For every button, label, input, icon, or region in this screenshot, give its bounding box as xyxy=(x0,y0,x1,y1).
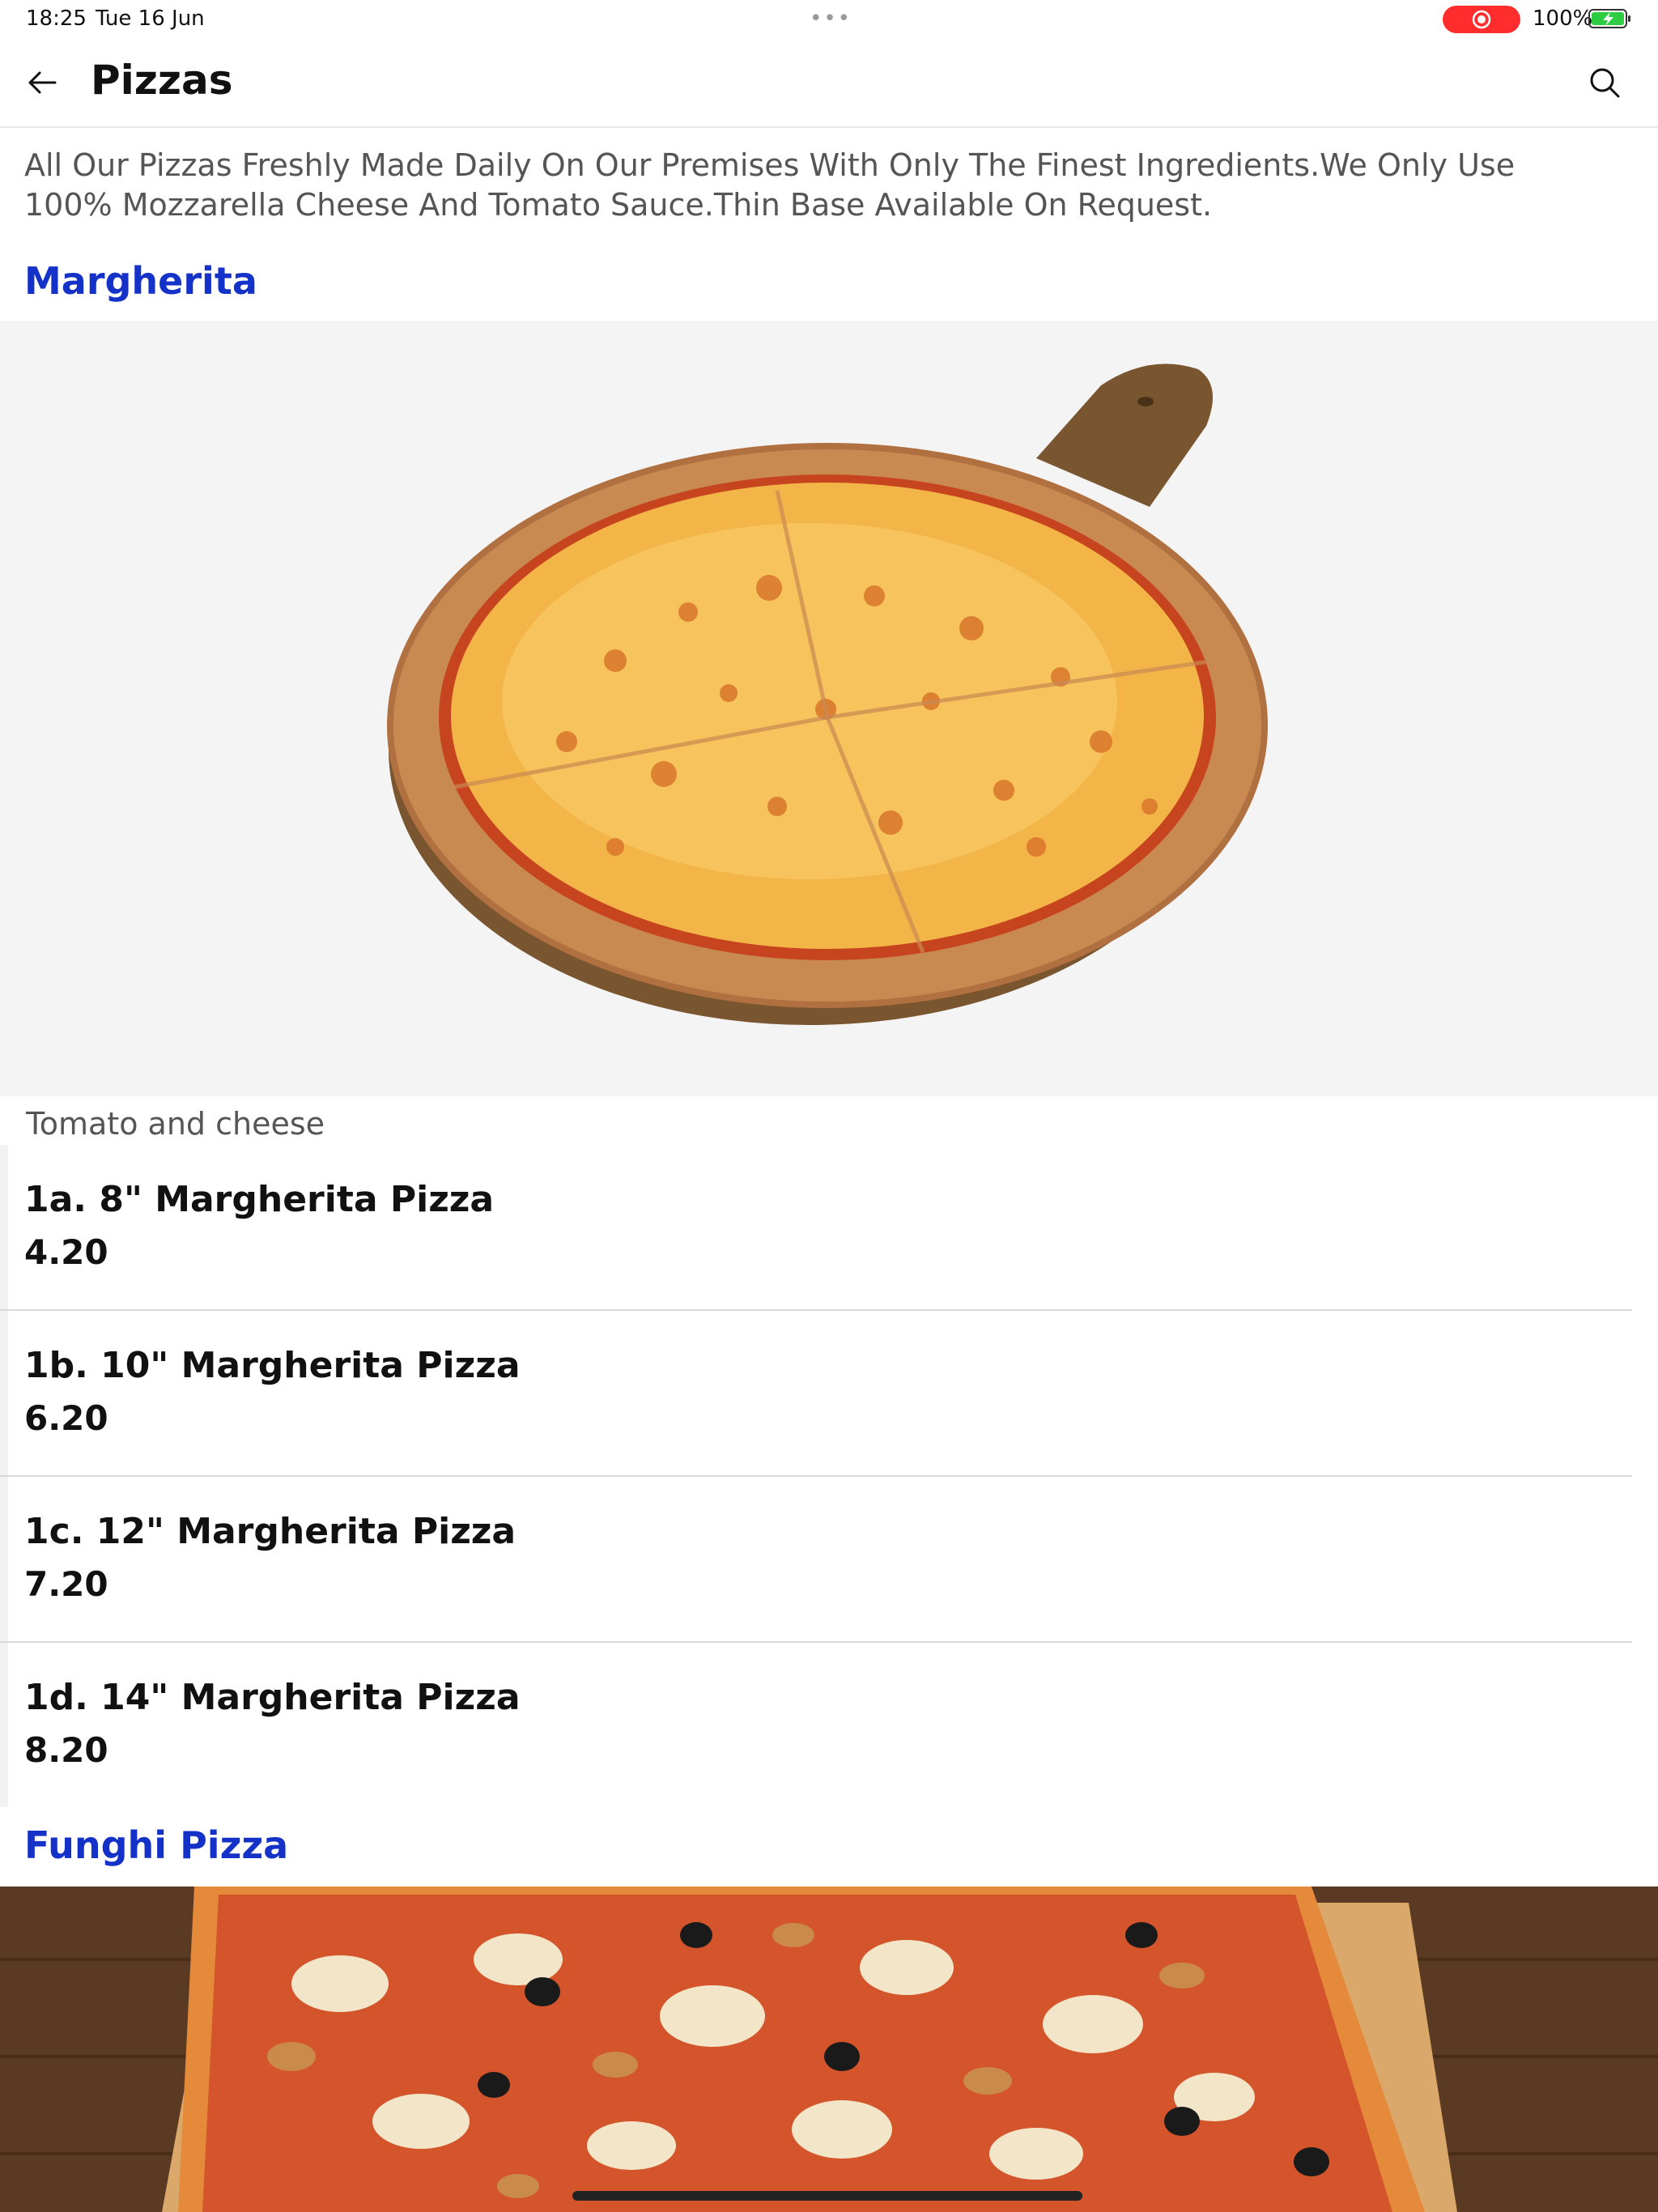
section-description: Tomato and cheese xyxy=(26,1106,325,1142)
pizza-illustration xyxy=(387,364,1268,1025)
battery-charging-icon xyxy=(1588,9,1630,28)
menu-item-name: 1d. 14" Margherita Pizza xyxy=(24,1677,521,1718)
section-title-funghi: Funghi Pizza xyxy=(24,1823,289,1867)
page-title: Pizzas xyxy=(91,57,233,104)
menu-item[interactable]: 1c. 12" Margherita Pizza 7.20 xyxy=(0,1477,1632,1643)
menu-item[interactable]: 1a. 8" Margherita Pizza 4.20 xyxy=(0,1145,1632,1311)
search-icon[interactable] xyxy=(1587,65,1622,100)
multitasking-dots-icon[interactable]: ••• xyxy=(810,6,852,31)
arrow-left-icon[interactable] xyxy=(23,63,62,102)
record-icon xyxy=(1472,10,1491,29)
menu-item-name: 1a. 8" Margherita Pizza xyxy=(24,1179,495,1220)
category-description: All Our Pizzas Freshly Made Daily On Our… xyxy=(24,147,1516,223)
menu-item-name: 1c. 12" Margherita Pizza xyxy=(24,1511,517,1552)
menu-item-price: 8.20 xyxy=(24,1730,108,1770)
menu-item-list: 1a. 8" Margherita Pizza 4.20 1b. 10" Mar… xyxy=(0,1145,1658,1807)
status-time: 18:25 xyxy=(26,6,87,31)
battery-percentage: 100% xyxy=(1533,6,1593,31)
status-bar: 18:25 Tue 16 Jun ••• 100% xyxy=(0,0,1658,39)
menu-item-name: 1b. 10" Margherita Pizza xyxy=(24,1345,521,1386)
section-title-margherita: Margherita xyxy=(24,259,257,303)
status-date: Tue 16 Jun xyxy=(96,6,205,31)
menu-item[interactable]: 1d. 14" Margherita Pizza 8.20 xyxy=(0,1643,1632,1807)
menu-item-price: 6.20 xyxy=(24,1398,108,1438)
funghi-pizza-image[interactable] xyxy=(0,1887,1658,2212)
menu-item-price: 4.20 xyxy=(24,1232,108,1272)
menu-item-price: 7.20 xyxy=(24,1564,108,1604)
margherita-image[interactable] xyxy=(0,321,1658,1096)
menu-item[interactable]: 1b. 10" Margherita Pizza 6.20 xyxy=(0,1311,1632,1477)
funghi-pizza-illustration xyxy=(0,1887,1658,2212)
screen-recording-indicator[interactable] xyxy=(1443,6,1520,33)
navigation-bar: Pizzas xyxy=(0,39,1658,128)
home-indicator[interactable] xyxy=(572,2191,1082,2201)
